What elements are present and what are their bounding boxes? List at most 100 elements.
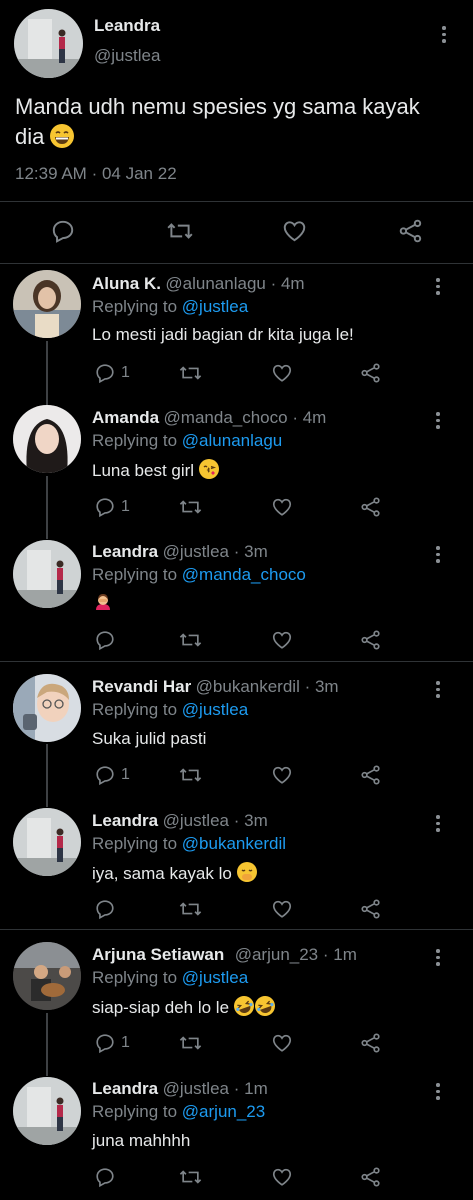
- more-options-icon[interactable]: [436, 949, 440, 969]
- retweet-icon: [179, 1036, 202, 1050]
- tweet-text: Manda udh nemu spesies yg sama kayak dia: [15, 92, 455, 152]
- like-button[interactable]: [270, 898, 294, 920]
- share-button[interactable]: [359, 362, 383, 384]
- reply-button[interactable]: 1: [93, 764, 130, 786]
- author-name[interactable]: Leandra: [92, 1079, 158, 1098]
- tweet-age[interactable]: 4m: [303, 408, 327, 427]
- mention-link[interactable]: @justlea: [182, 297, 248, 316]
- tweet-age[interactable]: 4m: [281, 274, 305, 293]
- avatar[interactable]: [13, 808, 81, 876]
- share-button[interactable]: [359, 1032, 383, 1054]
- retweet-button[interactable]: [178, 496, 203, 518]
- mention-link[interactable]: @manda_choco: [182, 565, 306, 584]
- author-handle[interactable]: @alunanlagu: [165, 274, 265, 293]
- reply-button[interactable]: [93, 629, 121, 651]
- retweet-button[interactable]: [178, 764, 203, 786]
- author-name[interactable]: Revandi Har: [92, 677, 191, 696]
- retweet-button[interactable]: [178, 629, 203, 651]
- share-button[interactable]: [359, 1166, 383, 1188]
- avatar-photo: [14, 9, 83, 78]
- reply-button[interactable]: 1: [93, 362, 130, 384]
- more-options-icon[interactable]: [436, 681, 440, 701]
- avatar[interactable]: [14, 9, 83, 78]
- tweet-age[interactable]: 1m: [244, 1079, 268, 1098]
- share-icon: [361, 1033, 380, 1053]
- mention-link[interactable]: @arjun_23: [182, 1102, 265, 1121]
- reply-count: 1: [121, 364, 130, 381]
- avatar[interactable]: [13, 674, 81, 742]
- author-name[interactable]: Arjuna Setiawan: [92, 945, 224, 964]
- avatar[interactable]: [13, 942, 81, 1010]
- author-name[interactable]: Leandra: [92, 811, 158, 830]
- replying-to: Replying to @justlea: [92, 297, 248, 317]
- like-button[interactable]: [270, 629, 294, 651]
- avatar[interactable]: [13, 405, 81, 473]
- more-options-icon[interactable]: [436, 278, 440, 298]
- share-button[interactable]: [398, 218, 424, 244]
- avatar-photo: [13, 674, 81, 742]
- more-options-icon[interactable]: [436, 412, 440, 432]
- author-handle[interactable]: @justlea: [163, 542, 229, 561]
- avatar[interactable]: [13, 270, 81, 338]
- retweet-button[interactable]: [178, 898, 203, 920]
- replying-to: Replying to @bukankerdil: [92, 834, 286, 854]
- author-handle[interactable]: @justlea: [163, 811, 229, 830]
- thread-line: [46, 744, 48, 807]
- tweet-age[interactable]: 3m: [244, 542, 268, 561]
- retweet-button[interactable]: [166, 218, 194, 244]
- share-icon: [361, 363, 380, 383]
- timestamp[interactable]: 12:39 AM · 04 Jan 22: [15, 164, 177, 184]
- tweet-age[interactable]: 3m: [315, 677, 339, 696]
- mention-link[interactable]: @bukankerdil: [182, 834, 286, 853]
- retweet-icon: [179, 366, 202, 380]
- retweet-button[interactable]: [178, 1166, 203, 1188]
- reply-icon: [52, 220, 74, 243]
- divider: [0, 201, 473, 202]
- mention-link[interactable]: @justlea: [182, 968, 248, 987]
- like-button[interactable]: [270, 1032, 294, 1054]
- reply-button[interactable]: [50, 218, 76, 244]
- reply-button[interactable]: [93, 898, 121, 920]
- author-handle[interactable]: @justlea: [94, 46, 160, 66]
- like-button[interactable]: [270, 496, 294, 518]
- heart-icon: [272, 498, 292, 516]
- share-button[interactable]: [359, 764, 383, 786]
- like-button[interactable]: [270, 764, 294, 786]
- share-button[interactable]: [359, 496, 383, 518]
- share-button[interactable]: [359, 629, 383, 651]
- more-options-icon[interactable]: [436, 1083, 440, 1103]
- author-name[interactable]: Leandra: [94, 16, 160, 36]
- replying-label: Replying to: [92, 700, 178, 719]
- like-button[interactable]: [270, 1166, 294, 1188]
- mention-link[interactable]: @alunanlagu: [182, 431, 282, 450]
- author-name[interactable]: Amanda: [92, 408, 159, 427]
- share-icon: [361, 899, 380, 919]
- more-options-icon[interactable]: [436, 815, 440, 835]
- author-name[interactable]: Leandra: [92, 542, 158, 561]
- more-options-icon[interactable]: [436, 546, 440, 566]
- retweet-button[interactable]: [178, 362, 203, 384]
- author-handle[interactable]: @justlea: [163, 1079, 229, 1098]
- retweet-icon: [179, 902, 202, 916]
- tweet-age[interactable]: 1m: [333, 945, 357, 964]
- tweet-age[interactable]: 3m: [244, 811, 268, 830]
- heart-icon: [272, 1034, 292, 1052]
- avatar[interactable]: [13, 540, 81, 608]
- author-handle[interactable]: @bukankerdil: [196, 677, 300, 696]
- author-handle[interactable]: @arjun_23: [235, 945, 318, 964]
- author-name[interactable]: Aluna K.: [92, 274, 161, 293]
- retweet-icon: [179, 768, 202, 782]
- avatar-photo: [13, 405, 81, 473]
- more-options-icon[interactable]: [442, 26, 446, 46]
- like-button[interactable]: [281, 218, 308, 244]
- share-button[interactable]: [359, 898, 383, 920]
- like-button[interactable]: [270, 362, 294, 384]
- retweet-button[interactable]: [178, 1032, 203, 1054]
- reply-button[interactable]: 1: [93, 496, 130, 518]
- avatar[interactable]: [13, 1077, 81, 1145]
- author-handle[interactable]: @manda_choco: [164, 408, 288, 427]
- mention-link[interactable]: @justlea: [182, 700, 248, 719]
- reply-button[interactable]: [93, 1166, 121, 1188]
- reply-button[interactable]: 1: [93, 1032, 130, 1054]
- divider: [0, 661, 473, 662]
